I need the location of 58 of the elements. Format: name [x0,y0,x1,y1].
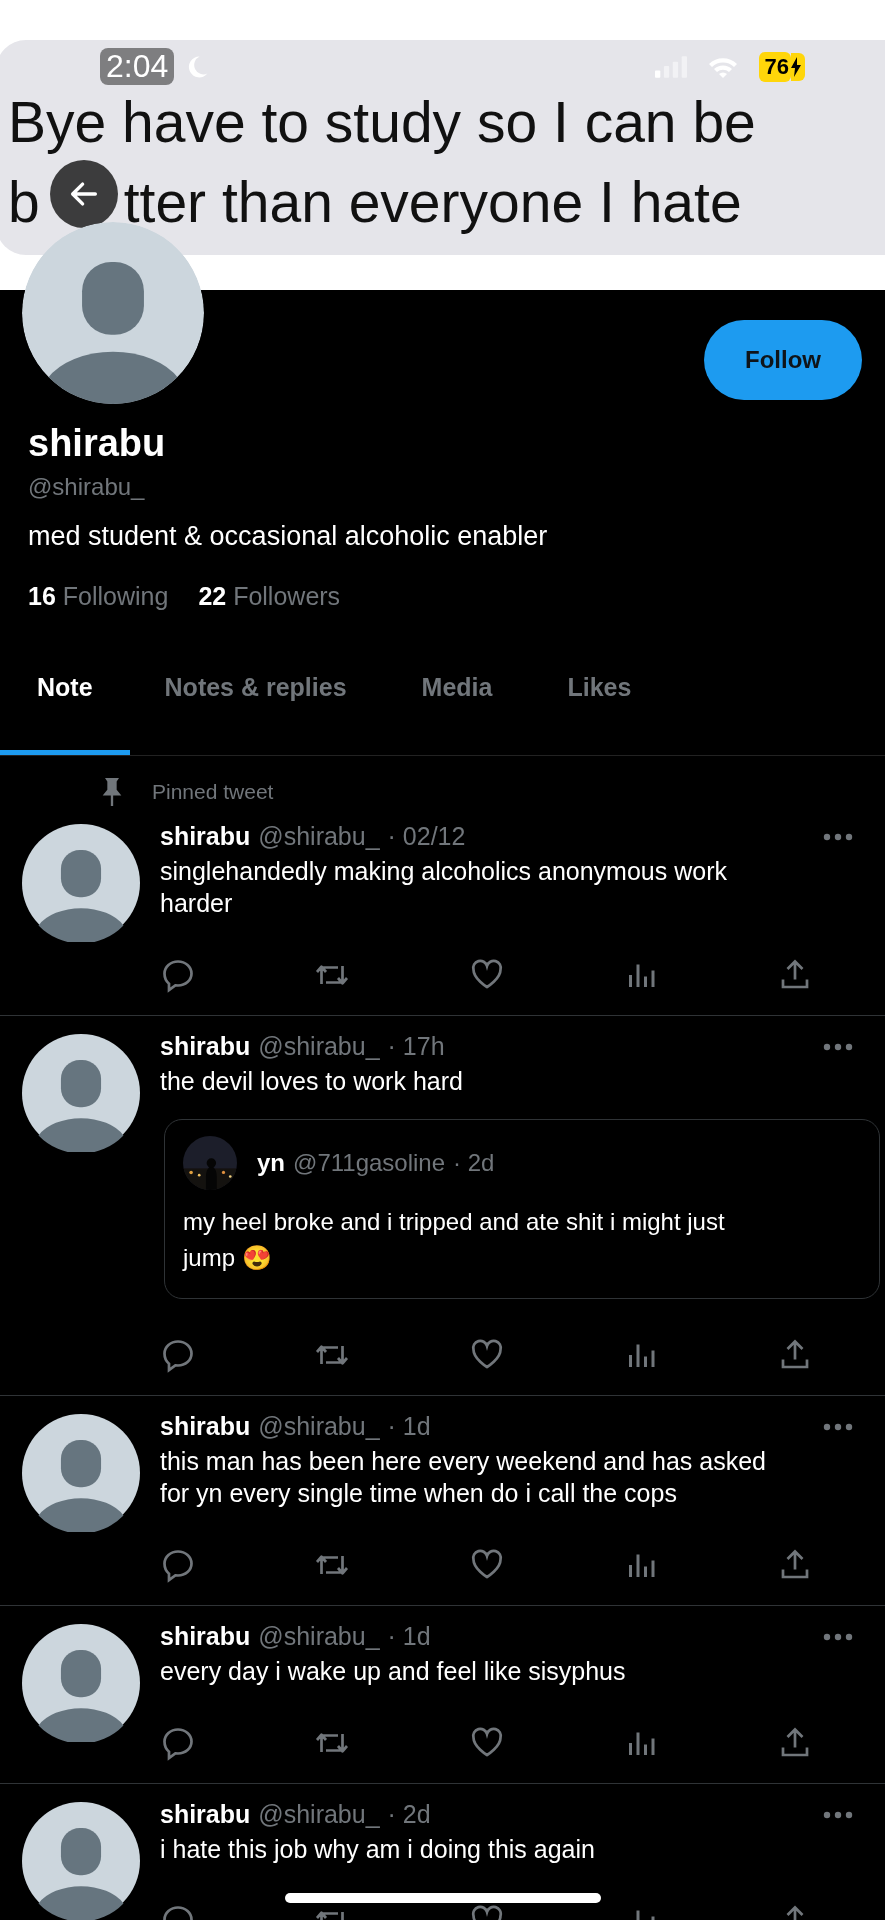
author-name: shirabu [160,1800,251,1829]
profile-bio: med student & occasional alcoholic enabler [28,521,549,552]
author-handle: @shirabu_ [258,1412,380,1441]
author-handle: @711gasoline [293,1149,446,1177]
avatar-icon [22,1624,140,1742]
tweet-text: this man has been here every weekend and has asked for yn every single time when do i call the cops [160,1446,767,1509]
tweet-time: · 02/12 [387,822,466,851]
followers-link[interactable]: 22 Followers [198,582,341,611]
author-name: shirabu [160,1412,251,1441]
author-handle: @shirabu_ [258,1032,380,1061]
avatar-icon [22,824,140,942]
message-text: tter than everyone I hate [123,169,742,236]
pinned-label: Pinned tweet [152,780,274,804]
tweet-text: the devil loves to work hard [160,1066,464,1097]
message-text: Bye have to study so I can be [8,89,757,156]
author-name: shirabu [160,822,251,851]
tweet-time: · 1d [387,1622,431,1651]
more-icon[interactable] [823,1810,853,1819]
tweet-text: singlehandedly making alcoholics anonymous work harder [160,856,728,919]
avatar-icon [22,1034,140,1152]
more-icon[interactable] [823,1042,853,1051]
author-handle: @shirabu_ [258,1622,380,1651]
more-icon[interactable] [823,1422,853,1431]
profile-tab[interactable]: Media [421,645,568,755]
tweet-text: i hate this job why am i doing this again [160,1834,596,1865]
tweet-time: · 1d [387,1412,431,1441]
author-name: shirabu [160,1032,251,1061]
tweet-text: every day i wake up and feel like sisyphus [160,1656,627,1687]
avatar-icon [22,1802,140,1920]
avatar-icon [22,222,204,404]
following-link[interactable]: 16 Following [28,582,169,611]
profile-tab[interactable]: Note [0,645,130,755]
signal-icon [654,55,687,78]
pin-icon [100,778,124,806]
author-handle: @shirabu_ [258,822,380,851]
follow-button[interactable]: Follow [704,320,862,400]
more-icon[interactable] [823,832,853,841]
profile-name: shirabu [28,422,167,465]
quoted-text: my heel broke and i tripped and ate shit i might just jump 😍 [183,1207,726,1273]
message-text: b [8,169,40,236]
profile-handle: @shirabu_ [28,473,146,501]
status-time: 2:04 [100,48,175,85]
reply-icon[interactable] [160,1337,196,1373]
tweet-time: · 2d [387,1800,431,1829]
tweet-time: · 2d [453,1149,495,1177]
reply-icon[interactable] [160,957,196,993]
avatar-icon [22,1414,140,1532]
charging-icon [791,52,805,81]
reply-icon[interactable] [160,1547,196,1583]
tweet-time: · 17h [387,1032,445,1061]
profile-tab[interactable]: Notes & replies [129,645,422,755]
more-icon[interactable] [823,1632,853,1641]
profile-tab[interactable]: Likes [567,645,632,755]
author-handle: @shirabu_ [258,1800,380,1829]
reply-icon[interactable] [160,1725,196,1761]
quoted-tweet[interactable]: yn @711gasoline · 2d my heel broke and i tripped and ate shit i might just jump 😍 [164,1119,880,1299]
author-name: yn [257,1149,285,1177]
author-name: shirabu [160,1622,251,1651]
